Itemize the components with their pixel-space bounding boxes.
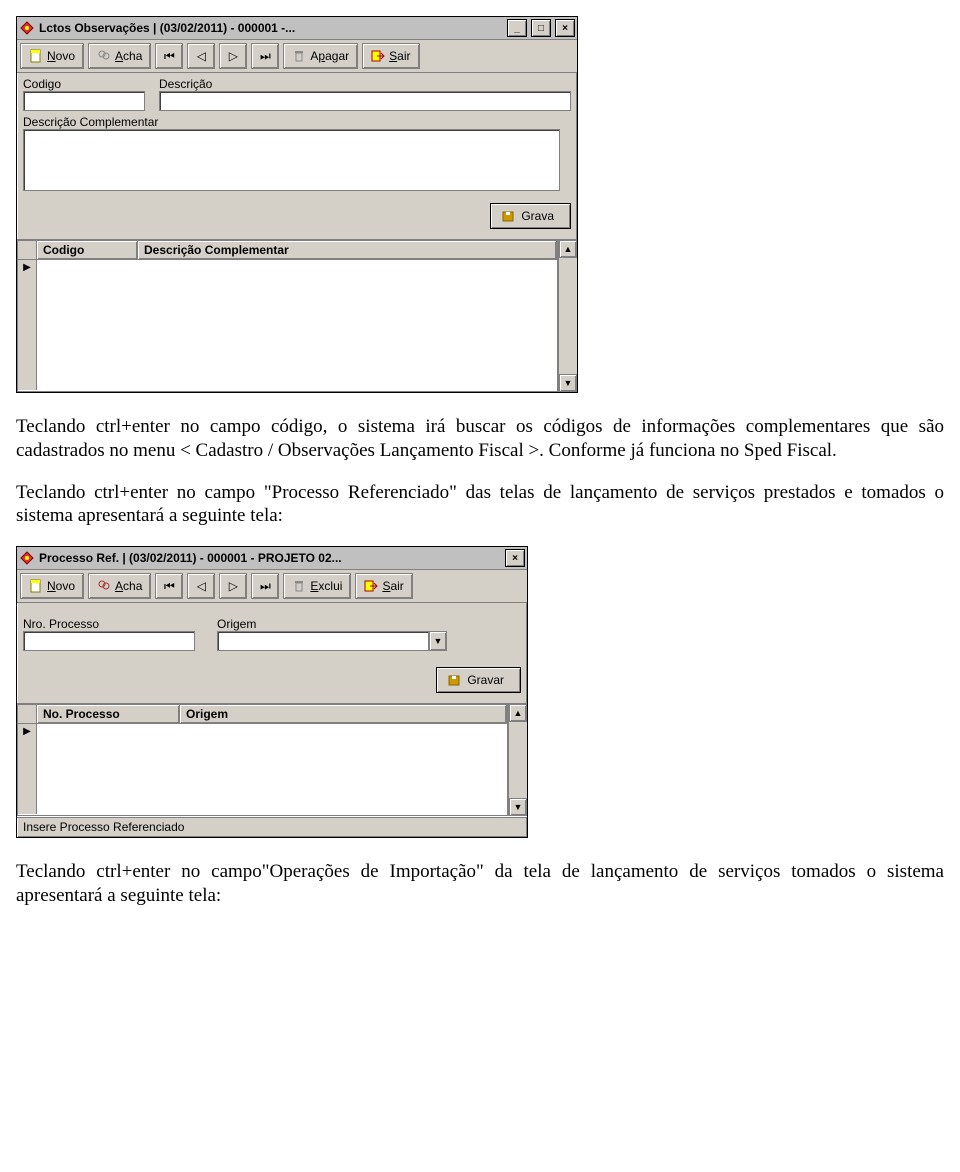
grid-col-processo[interactable]: No. Processo (37, 705, 180, 723)
window-title: Processo Ref. | (03/02/2011) - 000001 - … (39, 551, 501, 565)
next-icon: ▷ (226, 49, 240, 63)
exclui-button[interactable]: Exclui (283, 573, 351, 599)
close-button[interactable]: × (505, 549, 525, 567)
row-marker: ▶ (18, 724, 37, 814)
codigo-input[interactable] (23, 91, 145, 111)
status-bar: Insere Processo Referenciado (17, 816, 527, 837)
last-icon: ⏭ (258, 49, 272, 63)
window-processo-ref: Processo Ref. | (03/02/2011) - 000001 - … (16, 546, 528, 838)
label-nro-processo: Nro. Processo (23, 617, 195, 631)
window-title: Lctos Observações | (03/02/2011) - 00000… (39, 21, 503, 35)
grid-col-desc[interactable]: Descrição Complementar (138, 241, 557, 259)
grava-button[interactable]: Grava (490, 203, 571, 229)
last-icon: ⏭ (258, 579, 272, 593)
app-icon (19, 550, 35, 566)
search-icon (97, 579, 111, 593)
next-icon: ▷ (226, 579, 240, 593)
scroll-up-icon[interactable]: ▲ (509, 704, 527, 722)
grid-col-codigo[interactable]: Codigo (37, 241, 138, 259)
novo-label: ovo (56, 49, 75, 63)
desc-compl-input[interactable] (23, 129, 560, 191)
label-desc-compl: Descrição Complementar (23, 115, 158, 129)
scroll-up-icon[interactable]: ▲ (559, 240, 577, 258)
titlebar[interactable]: Lctos Observações | (03/02/2011) - 00000… (17, 17, 577, 40)
chevron-down-icon[interactable]: ▼ (429, 631, 447, 651)
window-lctos-observacoes: Lctos Observações | (03/02/2011) - 00000… (16, 16, 578, 393)
nav-last-button[interactable]: ⏭ (251, 43, 279, 69)
nav-next-button[interactable]: ▷ (219, 43, 247, 69)
toolbar: Novo Acha ⏮ ◁ ▷ ⏭ Exclui Sair (17, 570, 527, 603)
form-area: Codigo Descrição Descrição Complementar (17, 73, 577, 195)
scroll-down-icon[interactable]: ▼ (509, 798, 527, 816)
gravar-button[interactable]: Gravar (436, 667, 521, 693)
prev-icon: ◁ (194, 579, 208, 593)
acha-button[interactable]: Acha (88, 573, 151, 599)
label-codigo: Codigo (23, 77, 145, 91)
nav-prev-button[interactable]: ◁ (187, 573, 215, 599)
nav-prev-button[interactable]: ◁ (187, 43, 215, 69)
first-icon: ⏮ (162, 579, 176, 593)
sair-button[interactable]: Sair (362, 43, 419, 69)
grid-col-origem[interactable]: Origem (180, 705, 507, 723)
label-origem: Origem (217, 617, 447, 631)
search-icon (97, 49, 111, 63)
minimize-button[interactable]: _ (507, 19, 527, 37)
row-marker: ▶ (18, 260, 37, 390)
origem-input[interactable] (217, 631, 429, 651)
sair-button[interactable]: Sair (355, 573, 412, 599)
delete-icon (292, 579, 306, 593)
novo-label-u: N (47, 49, 56, 63)
paragraph-3: Teclando ctrl+enter no campo"Operações d… (16, 860, 944, 908)
grid[interactable]: No. Processo Origem ▶ (17, 704, 508, 816)
delete-icon (292, 49, 306, 63)
exit-icon (364, 579, 378, 593)
first-icon: ⏮ (162, 49, 176, 63)
nav-next-button[interactable]: ▷ (219, 573, 247, 599)
vscrollbar[interactable]: ▲ ▼ (508, 704, 527, 816)
prev-icon: ◁ (194, 49, 208, 63)
toolbar: Novo AAchacha ⏮ ◁ ▷ ⏭ Apagar Sair (17, 40, 577, 73)
app-icon (19, 20, 35, 36)
close-button[interactable]: × (555, 19, 575, 37)
nav-first-button[interactable]: ⏮ (155, 573, 183, 599)
novo-button[interactable]: Novo (20, 43, 84, 69)
grid[interactable]: Codigo Descrição Complementar ▶ (17, 240, 558, 392)
grava-label: Grava (521, 209, 554, 223)
grid-area: No. Processo Origem ▶ ▲ ▼ (17, 704, 527, 816)
new-icon (29, 49, 43, 63)
nav-first-button[interactable]: ⏮ (155, 43, 183, 69)
scroll-down-icon[interactable]: ▼ (559, 374, 577, 392)
paragraph-1: Teclando ctrl+enter no campo código, o s… (16, 415, 944, 463)
nav-last-button[interactable]: ⏭ (251, 573, 279, 599)
acha-button[interactable]: AAchacha (88, 43, 151, 69)
apagar-button[interactable]: Apagar (283, 43, 358, 69)
paragraph-2: Teclando ctrl+enter no campo "Processo R… (16, 481, 944, 529)
maximize-button[interactable]: □ (531, 19, 551, 37)
grid-area: Codigo Descrição Complementar ▶ ▲ ▼ (17, 240, 577, 392)
label-descricao: Descrição (159, 77, 571, 91)
titlebar[interactable]: Processo Ref. | (03/02/2011) - 000001 - … (17, 547, 527, 570)
exit-icon (371, 49, 385, 63)
gravar-label: Gravar (467, 673, 504, 687)
save-icon (447, 673, 461, 687)
form-area: Nro. Processo Origem ▼ (17, 603, 527, 659)
descricao-input[interactable] (159, 91, 571, 111)
origem-combo[interactable]: ▼ (217, 631, 447, 651)
nro-processo-input[interactable] (23, 631, 195, 651)
vscrollbar[interactable]: ▲ ▼ (558, 240, 577, 392)
new-icon (29, 579, 43, 593)
save-icon (501, 209, 515, 223)
novo-button[interactable]: Novo (20, 573, 84, 599)
